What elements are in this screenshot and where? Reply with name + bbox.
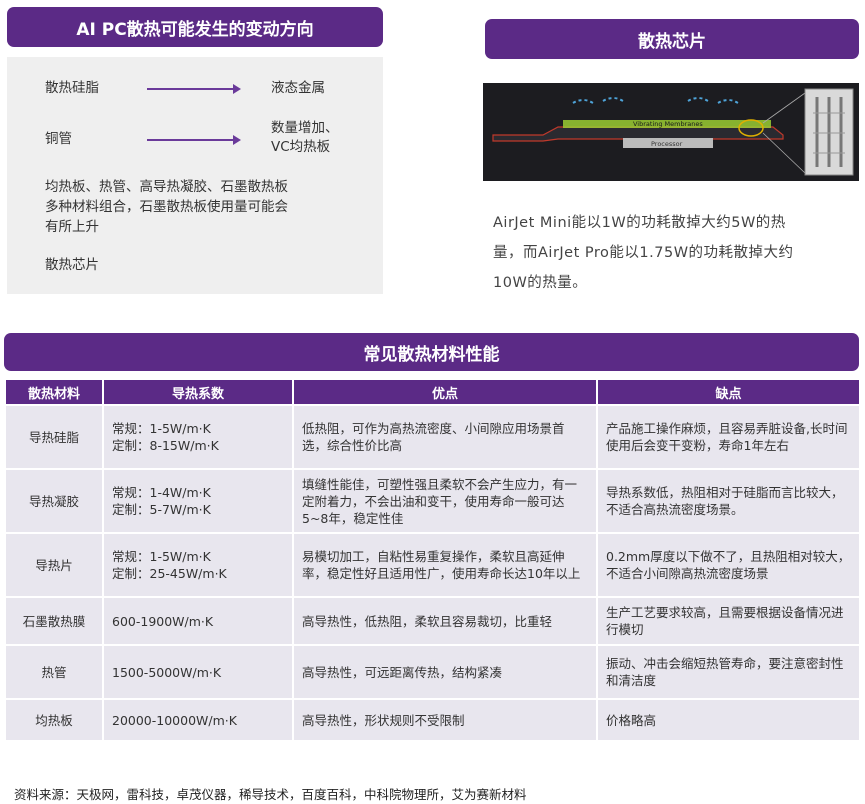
membranes-label: Vibrating Membranes xyxy=(633,120,703,128)
pros-cell: 低热阻，可作为高热流密度、小间隙应用场景首选，综合性价比高 xyxy=(294,406,596,468)
airjet-diagram-image: Vibrating Membranes Processor xyxy=(483,83,859,181)
material-name: 导热片 xyxy=(6,534,102,596)
conductivity-cell: 1500-5000W/m·K xyxy=(104,646,292,698)
row3-line1: 均热板、热管、高导热凝胶、石墨散热板 xyxy=(45,179,288,195)
material-name: 导热凝胶 xyxy=(6,470,102,532)
conductivity-value: 定制：25-45W/m·K xyxy=(112,566,227,581)
cons-cell: 导热系数低，热阻相对于硅脂而言比较大，不适合高热流密度场景。 xyxy=(598,470,859,532)
conductivity-value: 常规：1-5W/m·K xyxy=(112,549,211,564)
conductivity-value: 常规：1-4W/m·K xyxy=(112,485,211,500)
pros-cell: 易模切加工，自粘性易重复操作，柔软且高延伸率，稳定性好且适用性广，使用寿命长达1… xyxy=(294,534,596,596)
desc-line2: 量，而AirJet Pro能以1.75W的功耗散掉大约 xyxy=(493,245,794,261)
row3-line2: 多种材料组合，石墨散热板使用量可能会 xyxy=(45,199,288,215)
table-section-title: 常见散热材料性能 xyxy=(4,333,859,371)
material-name: 导热硅脂 xyxy=(6,406,102,468)
conductivity-cell: 常规：1-5W/m·K 定制：25-45W/m·K xyxy=(104,534,292,596)
cons-cell: 价格略高 xyxy=(598,700,859,740)
arrow-right-icon xyxy=(147,135,241,145)
conductivity-cell: 20000-10000W/m·K xyxy=(104,700,292,740)
table-row: 均热板 20000-10000W/m·K 高导热性，形状规则不受限制 价格略高 xyxy=(6,700,859,740)
conductivity-value: 常规：1-5W/m·K xyxy=(112,421,211,436)
row1-from-label: 散热硅脂 xyxy=(45,80,99,96)
conductivity-value: 定制：8-15W/m·K xyxy=(112,438,219,453)
arrow-right-icon xyxy=(147,84,241,94)
right-section-title: 散热芯片 xyxy=(485,19,859,59)
conductivity-cell: 常规：1-5W/m·K 定制：8-15W/m·K xyxy=(104,406,292,468)
header-pros: 优点 xyxy=(294,380,596,404)
materials-table: 散热材料 导热系数 优点 缺点 导热硅脂 常规：1-5W/m·K 定制：8-15W… xyxy=(4,378,861,742)
table-header-row: 散热材料 导热系数 优点 缺点 xyxy=(6,380,859,404)
conductivity-value: 定制：5-7W/m·K xyxy=(112,502,211,517)
header-cons: 缺点 xyxy=(598,380,859,404)
table-row: 石墨散热膜 600-1900W/m·K 高导热性，低热阻，柔软且容易裁切，比重轻… xyxy=(6,598,859,644)
pros-cell: 高导热性，形状规则不受限制 xyxy=(294,700,596,740)
left-section-title: AI PC散热可能发生的变动方向 xyxy=(7,7,383,47)
row2-to-line2: VC均热板 xyxy=(271,139,331,155)
header-material: 散热材料 xyxy=(6,380,102,404)
row2-from-label: 铜管 xyxy=(45,131,72,147)
desc-line3: 10W的热量。 xyxy=(493,275,588,291)
table-row: 导热凝胶 常规：1-4W/m·K 定制：5-7W/m·K 填缝性能佳，可塑性强且柔… xyxy=(6,470,859,532)
airjet-diagram: Vibrating Membranes Processor xyxy=(483,83,859,181)
cons-cell: 生产工艺要求较高，且需要根据设备情况进行模切 xyxy=(598,598,859,644)
row1-to-label: 液态金属 xyxy=(271,80,325,96)
row2-to-line1: 数量增加、 xyxy=(271,120,339,136)
table-row: 导热片 常规：1-5W/m·K 定制：25-45W/m·K 易模切加工，自粘性易重… xyxy=(6,534,859,596)
source-note: 资料来源：天极网，雷科技，卓茂仪器，稀导技术，百度百科，中科院物理所，艾为赛新材… xyxy=(14,787,527,802)
cons-cell: 0.2mm厚度以下做不了，且热阻相对较大，不适合小间隙高热流密度场景 xyxy=(598,534,859,596)
conductivity-cell: 常规：1-4W/m·K 定制：5-7W/m·K xyxy=(104,470,292,532)
material-name: 均热板 xyxy=(6,700,102,740)
row4-label: 散热芯片 xyxy=(45,257,99,273)
material-name: 热管 xyxy=(6,646,102,698)
airjet-description: AirJet Mini能以1W的功耗散掉大约5W的热 量，而AirJet Pro… xyxy=(493,208,848,298)
conductivity-cell: 600-1900W/m·K xyxy=(104,598,292,644)
left-panel: 散热硅脂 液态金属 铜管 数量增加、 VC均热板 均热板、热管、高导热凝胶、石墨… xyxy=(7,57,383,294)
table-row: 热管 1500-5000W/m·K 高导热性，可远距离传热，结构紧凑 振动、冲击… xyxy=(6,646,859,698)
table-row: 导热硅脂 常规：1-5W/m·K 定制：8-15W/m·K 低热阻，可作为高热流密… xyxy=(6,406,859,468)
pros-cell: 高导热性，低热阻，柔软且容易裁切，比重轻 xyxy=(294,598,596,644)
cons-cell: 振动、冲击会缩短热管寿命，要注意密封性和清洁度 xyxy=(598,646,859,698)
row3-line3: 有所上升 xyxy=(45,219,99,235)
pros-cell: 填缝性能佳，可塑性强且柔软不会产生应力，有一定附着力，不会出油和变干，使用寿命一… xyxy=(294,470,596,532)
cons-cell: 产品施工操作麻烦，且容易弄脏设备,长时间使用后会变干变粉，寿命1年左右 xyxy=(598,406,859,468)
material-name: 石墨散热膜 xyxy=(6,598,102,644)
pros-cell: 高导热性，可远距离传热，结构紧凑 xyxy=(294,646,596,698)
desc-line1: AirJet Mini能以1W的功耗散掉大约5W的热 xyxy=(493,215,786,231)
header-conductivity: 导热系数 xyxy=(104,380,292,404)
processor-label: Processor xyxy=(651,140,683,148)
